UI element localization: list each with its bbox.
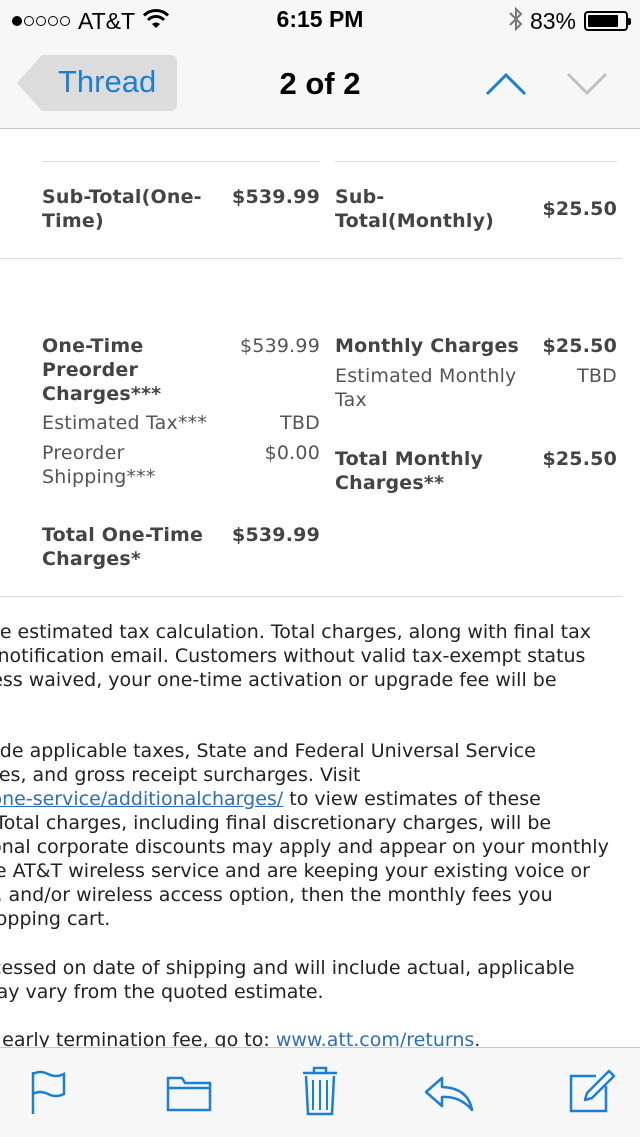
- footnote-text: und early termination fee, go to:: [2, 1029, 270, 1047]
- delete-button[interactable]: [301, 1066, 339, 1120]
- divider: [42, 161, 320, 162]
- divider: [335, 161, 617, 162]
- returns-link[interactable]: www.att.com/returns: [276, 1029, 474, 1047]
- monthly-charges-value: $25.50: [542, 335, 617, 357]
- reply-button[interactable]: [424, 1076, 474, 1116]
- bottom-toolbar: [0, 1047, 640, 1137]
- preorder-shipping-value: $0.00: [264, 442, 320, 464]
- estimated-tax-label: Estimated Tax***: [42, 412, 208, 434]
- footnote-text: to view estimates of these: [283, 788, 541, 810]
- preorder-shipping-label: Preorder Shipping***: [42, 442, 156, 488]
- monthly-charges-label: Monthly Charges: [335, 335, 520, 357]
- estimated-monthly-tax-label: Estimated Monthly Tax: [335, 365, 517, 411]
- total-monthly-label: Total Monthly Charges**: [335, 448, 484, 494]
- section-divider: [0, 258, 622, 259]
- total-one-time-value: $539.99: [232, 524, 320, 546]
- battery-icon: [584, 11, 631, 31]
- navigation-bar: Thread 2 of 2: [0, 40, 640, 129]
- subtotal-one-time-label: Sub-Total(One- Time): [42, 186, 202, 232]
- flag-button[interactable]: [30, 1070, 66, 1120]
- subtotal-one-time-value: $539.99: [232, 186, 320, 208]
- estimated-monthly-tax-value: TBD: [577, 365, 617, 387]
- next-message-button[interactable]: [565, 66, 609, 102]
- total-one-time-label: Total One-Time Charges*: [42, 524, 204, 570]
- subtotal-monthly-label: Sub- Total(Monthly): [335, 186, 495, 232]
- footnote-paragraph: processed on date of shipping and will i…: [0, 957, 575, 1003]
- reply-icon: [424, 1076, 474, 1112]
- section-divider: [0, 596, 622, 597]
- compose-button[interactable]: [568, 1068, 616, 1118]
- chevron-up-icon: [485, 72, 527, 96]
- folder-icon: [166, 1076, 212, 1112]
- footnote-text: .: [474, 1029, 481, 1047]
- flag-icon: [31, 1070, 66, 1114]
- previous-message-button[interactable]: [484, 66, 528, 102]
- message-position-title: 2 of 2: [279, 66, 361, 101]
- status-bar: AT&T 6:15 PM 83%: [0, 0, 640, 40]
- chevron-down-icon: [566, 72, 608, 96]
- one-time-preorder-value: $539.99: [240, 335, 320, 357]
- footnote-text: nclude applicable taxes, State and Feder…: [0, 740, 536, 786]
- move-to-folder-button[interactable]: [166, 1074, 212, 1116]
- additional-charges-link[interactable]: /phone-service/additionalcharges/: [0, 788, 283, 810]
- trash-icon: [303, 1066, 337, 1116]
- footnote-paragraph: nclude applicable taxes, State and Feder…: [0, 739, 640, 931]
- subtotal-monthly-value: $25.50: [542, 198, 617, 220]
- battery-percentage: 83%: [529, 7, 576, 34]
- email-body[interactable]: Sub-Total(One- Time) $539.99 Sub- Total(…: [0, 129, 640, 1047]
- estimated-tax-value: TBD: [280, 412, 320, 434]
- footnote-paragraph: und early termination fee, go to: www.at…: [0, 1028, 640, 1047]
- footnote-paragraph: clude estimated tax calculation. Total c…: [0, 621, 591, 691]
- bluetooth-icon: [508, 6, 524, 37]
- compose-icon: [569, 1069, 616, 1113]
- total-monthly-value: $25.50: [542, 448, 617, 470]
- footnote-text: ea. Total charges, including final discr…: [0, 812, 609, 930]
- status-right: 83%: [508, 6, 631, 37]
- one-time-preorder-label: One-Time Preorder Charges***: [42, 335, 162, 405]
